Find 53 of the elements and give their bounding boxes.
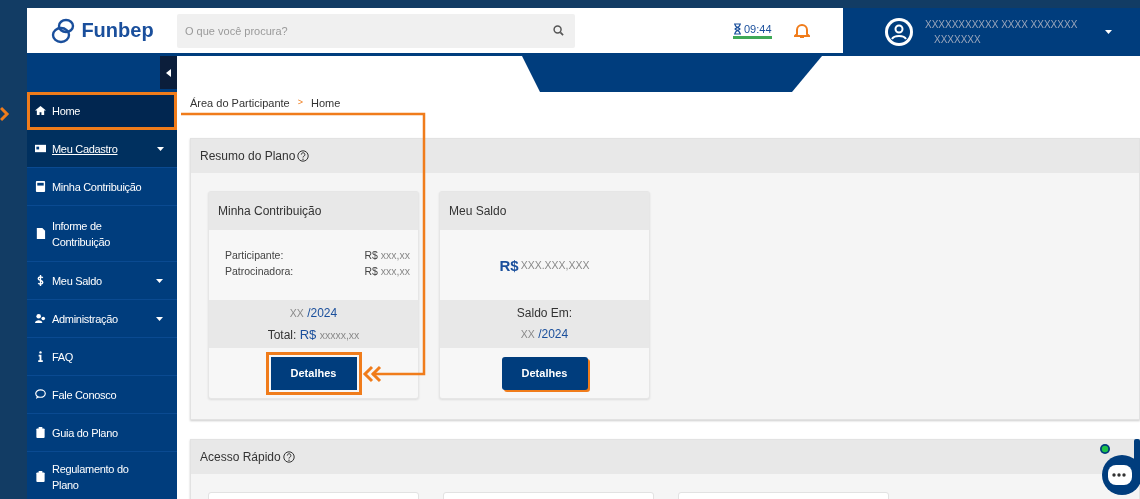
clipboard-icon: [35, 471, 46, 482]
details-button[interactable]: Detalhes: [501, 356, 588, 390]
total-value: xxxxx,xx: [319, 328, 360, 341]
clipboard-icon: [35, 427, 46, 438]
card-title: Meu Saldo: [440, 192, 649, 230]
user-name: XXXXXXX: [933, 33, 982, 47]
amount-value: xxx,xx: [380, 249, 410, 261]
period-year: /2024: [538, 327, 569, 341]
collapse-sidebar-button[interactable]: [160, 56, 177, 89]
home-icon: [35, 105, 46, 116]
dollar-icon: [35, 275, 46, 286]
currency-symbol: R$: [364, 265, 378, 277]
currency-symbol: R$: [499, 256, 519, 274]
user-menu[interactable]: XXXXXXXXXXX XXXX XXXXXXX XXXXXXX: [843, 8, 1140, 56]
breadcrumb-separator: >: [296, 97, 304, 107]
user-name: XXXXXXXXXXX XXXX XXXXXXX: [925, 18, 1079, 32]
help-icon[interactable]: [297, 150, 310, 162]
total-label: Total:: [267, 327, 297, 342]
caret-icon: [156, 278, 163, 283]
breadcrumb-item[interactable]: Área do Participante: [190, 97, 290, 109]
caret-icon: [1105, 30, 1112, 34]
currency-symbol: R$: [299, 326, 317, 342]
collapse-arrow-icon: [166, 68, 171, 77]
balance-value: XXX.XXX,XXX: [520, 259, 590, 271]
hourglass-icon: [733, 22, 742, 35]
id-card-icon: [35, 143, 46, 154]
period-month: XX: [289, 306, 304, 319]
card-title: Minha Contribuição: [209, 192, 418, 230]
logo-text: Funbep: [81, 19, 154, 42]
period-month: XX: [520, 328, 535, 340]
sidebar-item[interactable]: Meu Cadastro: [27, 130, 177, 168]
speech-bubble-icon: [35, 389, 46, 400]
document-icon: [35, 228, 46, 239]
row-label: Patrocinadora:: [225, 264, 294, 279]
period-year: /2024: [307, 305, 338, 320]
currency-symbol: R$: [364, 249, 378, 261]
info-icon: [35, 351, 46, 362]
bell-icon[interactable]: [793, 22, 810, 39]
amount-value: xxx,xx: [380, 265, 410, 277]
breadcrumb-item: Home: [310, 97, 341, 109]
caret-icon: [157, 146, 164, 151]
help-icon[interactable]: [282, 451, 295, 463]
row-label: Participante:: [225, 248, 284, 263]
balance-date-label: Saldo Em:: [516, 305, 573, 322]
calculator-icon: [35, 181, 46, 192]
user-avatar-icon: [883, 16, 915, 48]
users-icon: [35, 313, 46, 324]
caret-icon: [156, 316, 163, 321]
panel-title: Resumo do Plano: [200, 149, 296, 163]
search-field[interactable]: O que você procura?: [177, 13, 575, 48]
panel-title: Acesso Rápido: [200, 450, 281, 464]
sidebar-item[interactable]: Home: [27, 92, 177, 130]
session-timer: 09:44: [744, 22, 772, 35]
